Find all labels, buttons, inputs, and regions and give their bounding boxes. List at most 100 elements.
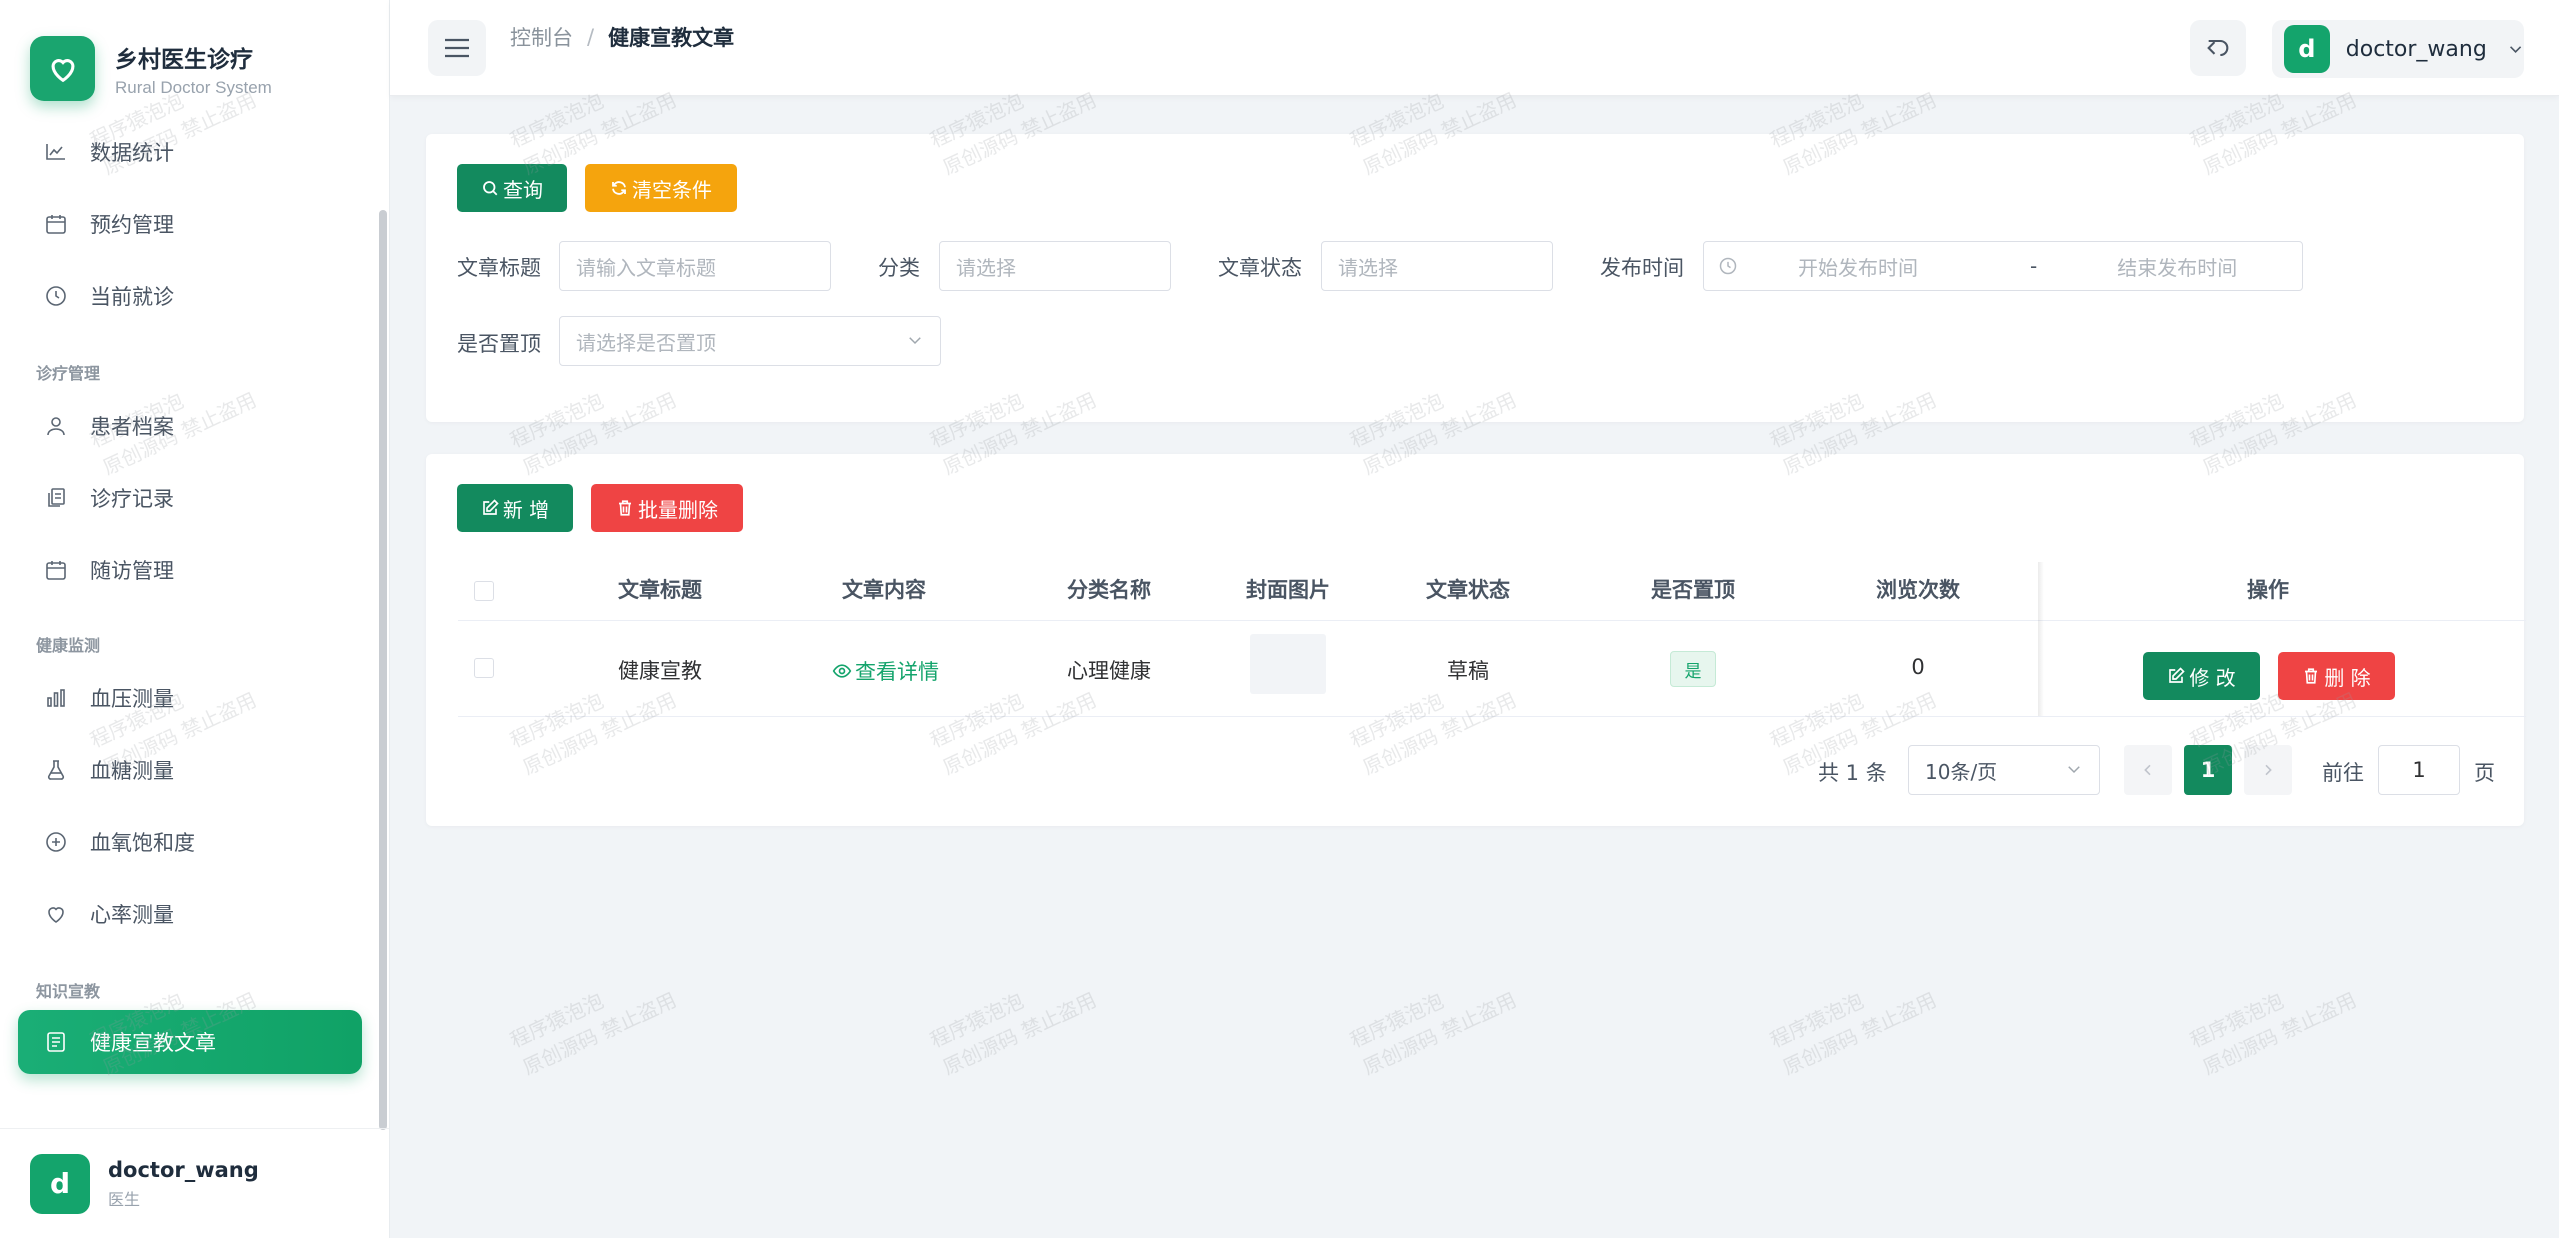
watermark-text: 程序猿泡泡 原创源码 禁止盗用 xyxy=(505,958,681,1083)
sidebar-item-blood-pressure[interactable]: 血压测量 xyxy=(18,666,362,730)
calendar-icon xyxy=(42,210,70,238)
calendar-icon xyxy=(42,556,70,584)
sidebar-item-label: 诊疗记录 xyxy=(90,487,174,511)
table-divider xyxy=(458,716,2526,717)
top-select[interactable]: 请选择是否置顶 xyxy=(559,316,941,366)
table-divider xyxy=(458,620,2526,621)
column-header: 封面图片 xyxy=(1246,578,1330,602)
sidebar-item-blood-oxygen[interactable]: 血氧饱和度 xyxy=(18,810,362,874)
top-header: 控制台 / 健康宣教文章 d doctor_wang xyxy=(390,0,2559,96)
search-icon xyxy=(481,179,499,197)
watermark-text: 程序猿泡泡 原创源码 禁止盗用 xyxy=(1345,958,1521,1083)
user-role: 医生 xyxy=(108,1189,141,1209)
breadcrumb: 控制台 / 健康宣教文章 xyxy=(510,22,734,52)
publish-start-input[interactable]: 开始发布时间 xyxy=(1798,252,1918,281)
publish-end-input[interactable]: 结束发布时间 xyxy=(2117,252,2237,281)
batch-delete-label: 批量删除 xyxy=(638,497,718,522)
trash-icon xyxy=(616,499,634,517)
brand-title: 乡村医生诊疗 xyxy=(115,46,253,73)
brand: 乡村医生诊疗 Rural Doctor System xyxy=(30,36,272,101)
watermark-text: 程序猿泡泡 原创源码 禁止盗用 xyxy=(925,958,1101,1083)
sidebar-item-diagnosis-records[interactable]: 诊疗记录 xyxy=(18,466,362,530)
prev-page-button[interactable] xyxy=(2124,745,2172,795)
sidebar-scrollbar[interactable] xyxy=(379,210,387,1130)
menu-group-knowledge: 知识宣教 xyxy=(36,982,101,1001)
edit-button[interactable]: 修 改 xyxy=(2143,652,2260,700)
user-name: doctor_wang xyxy=(108,1157,259,1182)
user-dropdown[interactable]: d doctor_wang xyxy=(2272,20,2524,78)
eye-icon xyxy=(832,661,852,681)
avatar: d xyxy=(30,1153,90,1214)
page-suffix: 页 xyxy=(2474,761,2495,785)
sidebar-item-label: 健康宣教文章 xyxy=(90,1031,216,1055)
document-icon xyxy=(42,1028,70,1056)
row-checkbox[interactable] xyxy=(474,658,494,678)
column-header: 是否置顶 xyxy=(1651,578,1735,602)
flask-icon xyxy=(42,756,70,784)
chevron-down-icon xyxy=(2065,760,2083,778)
copy-icon xyxy=(42,484,70,512)
sidebar-item-statistics[interactable]: 数据统计 xyxy=(18,120,362,184)
sidebar: 乡村医生诊疗 Rural Doctor System 数据统计 预约管理 当前就… xyxy=(0,0,390,1238)
sidebar-item-blood-sugar[interactable]: 血糖测量 xyxy=(18,738,362,802)
publish-date-range[interactable]: 开始发布时间 - 结束发布时间 xyxy=(1703,241,2303,291)
back-button[interactable] xyxy=(2190,20,2246,76)
cell-title: 健康宣教 xyxy=(618,659,702,683)
column-header: 操作 xyxy=(2247,578,2289,602)
goto-page-input[interactable]: 1 xyxy=(2378,745,2460,795)
heart-icon xyxy=(42,900,70,928)
menu-toggle-button[interactable] xyxy=(428,20,486,76)
status-select[interactable]: 请选择 xyxy=(1321,241,1553,291)
sidebar-item-heart-rate[interactable]: 心率测量 xyxy=(18,882,362,946)
column-header: 浏览次数 xyxy=(1876,578,1960,602)
sidebar-item-patient-records[interactable]: 患者档案 xyxy=(18,394,362,458)
is-top-tag: 是 xyxy=(1670,651,1716,687)
delete-button-label: 删 除 xyxy=(2324,665,2371,690)
page-size-select[interactable]: 10条/页 xyxy=(1908,745,2100,795)
chart-icon xyxy=(42,138,70,166)
category-select[interactable]: 请选择 xyxy=(939,241,1171,291)
top-select-placeholder: 请选择是否置顶 xyxy=(576,330,716,355)
sidebar-item-followup[interactable]: 随访管理 xyxy=(18,538,362,602)
breadcrumb-separator: / xyxy=(587,25,595,49)
add-button[interactable]: 新 增 xyxy=(457,484,573,532)
column-header: 文章内容 xyxy=(842,578,926,602)
sidebar-user[interactable]: d doctor_wang 医生 xyxy=(0,1128,389,1238)
edit-icon xyxy=(481,499,499,517)
breadcrumb-dashboard[interactable]: 控制台 xyxy=(510,22,573,52)
view-detail-link[interactable]: 查看详情 xyxy=(832,656,939,686)
sidebar-item-appointment[interactable]: 预约管理 xyxy=(18,192,362,256)
current-page-button[interactable]: 1 xyxy=(2184,745,2232,795)
watermark-line: 原创源码 禁止盗用 xyxy=(1779,987,1940,1080)
page-size-value: 10条/页 xyxy=(1925,759,1998,784)
trash-icon xyxy=(2302,667,2320,685)
query-button[interactable]: 查询 xyxy=(457,164,567,212)
plus-circle-icon xyxy=(42,828,70,856)
hamburger-icon xyxy=(445,38,469,58)
sidebar-item-label: 血氧饱和度 xyxy=(90,831,195,855)
delete-button[interactable]: 删 除 xyxy=(2278,652,2395,700)
sidebar-item-health-articles[interactable]: 健康宣教文章 xyxy=(18,1010,362,1074)
cell-category: 心理健康 xyxy=(1067,659,1151,683)
header-user-name: doctor_wang xyxy=(2345,36,2487,62)
sidebar-item-current-visit[interactable]: 当前就诊 xyxy=(18,264,362,328)
category-filter-label: 分类 xyxy=(878,256,920,280)
chevron-down-icon xyxy=(906,331,924,349)
add-button-label: 新 增 xyxy=(502,497,550,522)
next-page-button[interactable] xyxy=(2244,745,2292,795)
user-icon xyxy=(42,412,70,440)
select-all-checkbox[interactable] xyxy=(474,581,494,601)
chevron-right-icon xyxy=(2265,764,2272,776)
sidebar-item-label: 血压测量 xyxy=(90,687,174,711)
watermark-line: 程序猿泡泡 xyxy=(1346,988,1448,1053)
batch-delete-button[interactable]: 批量删除 xyxy=(591,484,743,532)
clear-filters-button[interactable]: 清空条件 xyxy=(585,164,737,212)
sidebar-item-label: 随访管理 xyxy=(90,559,174,583)
watermark-line: 程序猿泡泡 xyxy=(2186,988,2288,1053)
title-search-input[interactable]: 请输入文章标题 xyxy=(559,241,831,291)
menu-group-health: 健康监测 xyxy=(36,636,101,655)
watermark-line: 程序猿泡泡 xyxy=(1766,988,1868,1053)
clear-filters-label: 清空条件 xyxy=(632,177,712,202)
query-button-label: 查询 xyxy=(503,177,543,202)
column-header: 文章状态 xyxy=(1426,578,1510,602)
